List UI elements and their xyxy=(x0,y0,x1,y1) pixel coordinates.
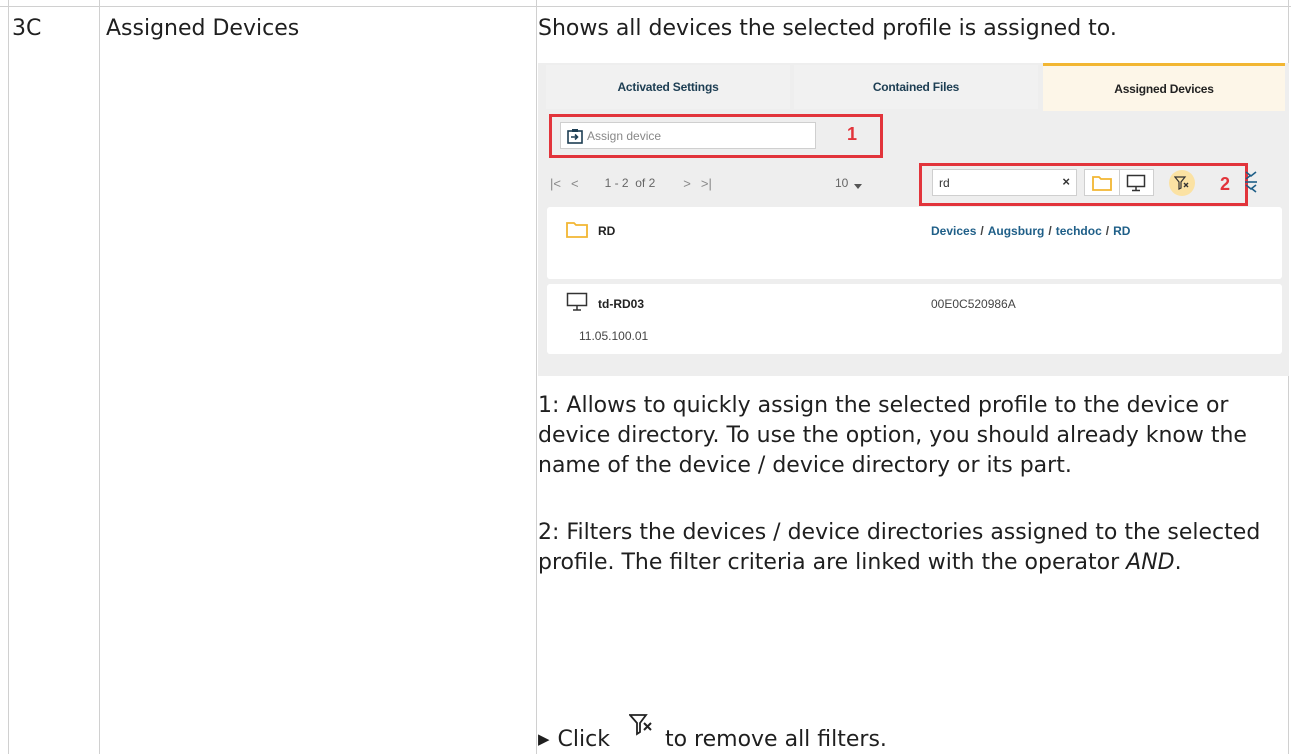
tab-bar: Activated Settings Contained Files Assig… xyxy=(538,63,1289,111)
list-item[interactable]: RD Devices / Augsburg / techdoc / RD xyxy=(547,207,1282,279)
row-name: Assigned Devices xyxy=(106,16,300,41)
callout-number-2: 2 xyxy=(1220,174,1231,194)
remove-filter-icon xyxy=(627,714,652,736)
prev-page-button[interactable]: < xyxy=(571,176,579,191)
description-2: 2: Filters the devices / device director… xyxy=(538,520,1261,575)
triangle-bullet-icon: ▶ xyxy=(538,730,550,748)
table-border-left xyxy=(8,0,9,754)
table-column-divider xyxy=(99,0,100,754)
tab-contained-files[interactable]: Contained Files xyxy=(794,65,1038,109)
monitor-icon xyxy=(566,292,588,311)
step-prefix: Click xyxy=(557,727,610,752)
page-size-select[interactable]: 10 xyxy=(835,173,863,193)
callout-box-2 xyxy=(919,163,1248,206)
first-page-button[interactable]: |< xyxy=(550,176,561,191)
firmware-version: 11.05.100.01 xyxy=(579,329,649,343)
row-name: RD xyxy=(598,224,616,238)
folder-icon xyxy=(566,222,588,238)
breadcrumb-item[interactable]: Augsburg xyxy=(988,224,1045,238)
breadcrumb-item[interactable]: Devices xyxy=(931,224,976,238)
step-suffix: to remove all filters. xyxy=(664,727,887,752)
callout-number-1: 1 xyxy=(847,124,858,144)
collapse-icon[interactable] xyxy=(1244,171,1258,193)
chevron-down-icon xyxy=(854,184,863,189)
callout-box-1 xyxy=(549,114,883,158)
tab-assigned-devices[interactable]: Assigned Devices xyxy=(1043,63,1285,111)
pager: |< < 1 - 2 of 2 > >| xyxy=(550,173,712,193)
page-range: 1 - 2 of 2 xyxy=(604,176,656,190)
breadcrumb: Devices / Augsburg / techdoc / RD xyxy=(931,224,1131,238)
breadcrumb-item[interactable]: techdoc xyxy=(1056,224,1102,238)
mac-address: 00E0C520986A xyxy=(931,297,1016,311)
table-column-divider xyxy=(536,0,537,754)
breadcrumb-item[interactable]: RD xyxy=(1113,224,1130,238)
page-size-value: 10 xyxy=(835,176,849,190)
embedded-screenshot: Activated Settings Contained Files Assig… xyxy=(538,63,1289,376)
last-page-button[interactable]: >| xyxy=(701,176,712,191)
instruction-step: ▶ Click to remove all filters. xyxy=(538,712,1288,755)
tab-activated-settings[interactable]: Activated Settings xyxy=(546,65,790,109)
row-id: 3C xyxy=(12,16,42,41)
next-page-button[interactable]: > xyxy=(683,176,691,191)
row-name: td-RD03 xyxy=(598,297,645,311)
description-1: 1: Allows to quickly assign the selected… xyxy=(538,393,1247,478)
row-summary: Shows all devices the selected profile i… xyxy=(538,16,1117,41)
table-border-top xyxy=(0,6,1291,7)
list-item[interactable]: td-RD03 00E0C520986A 11.05.100.01 xyxy=(547,284,1282,354)
